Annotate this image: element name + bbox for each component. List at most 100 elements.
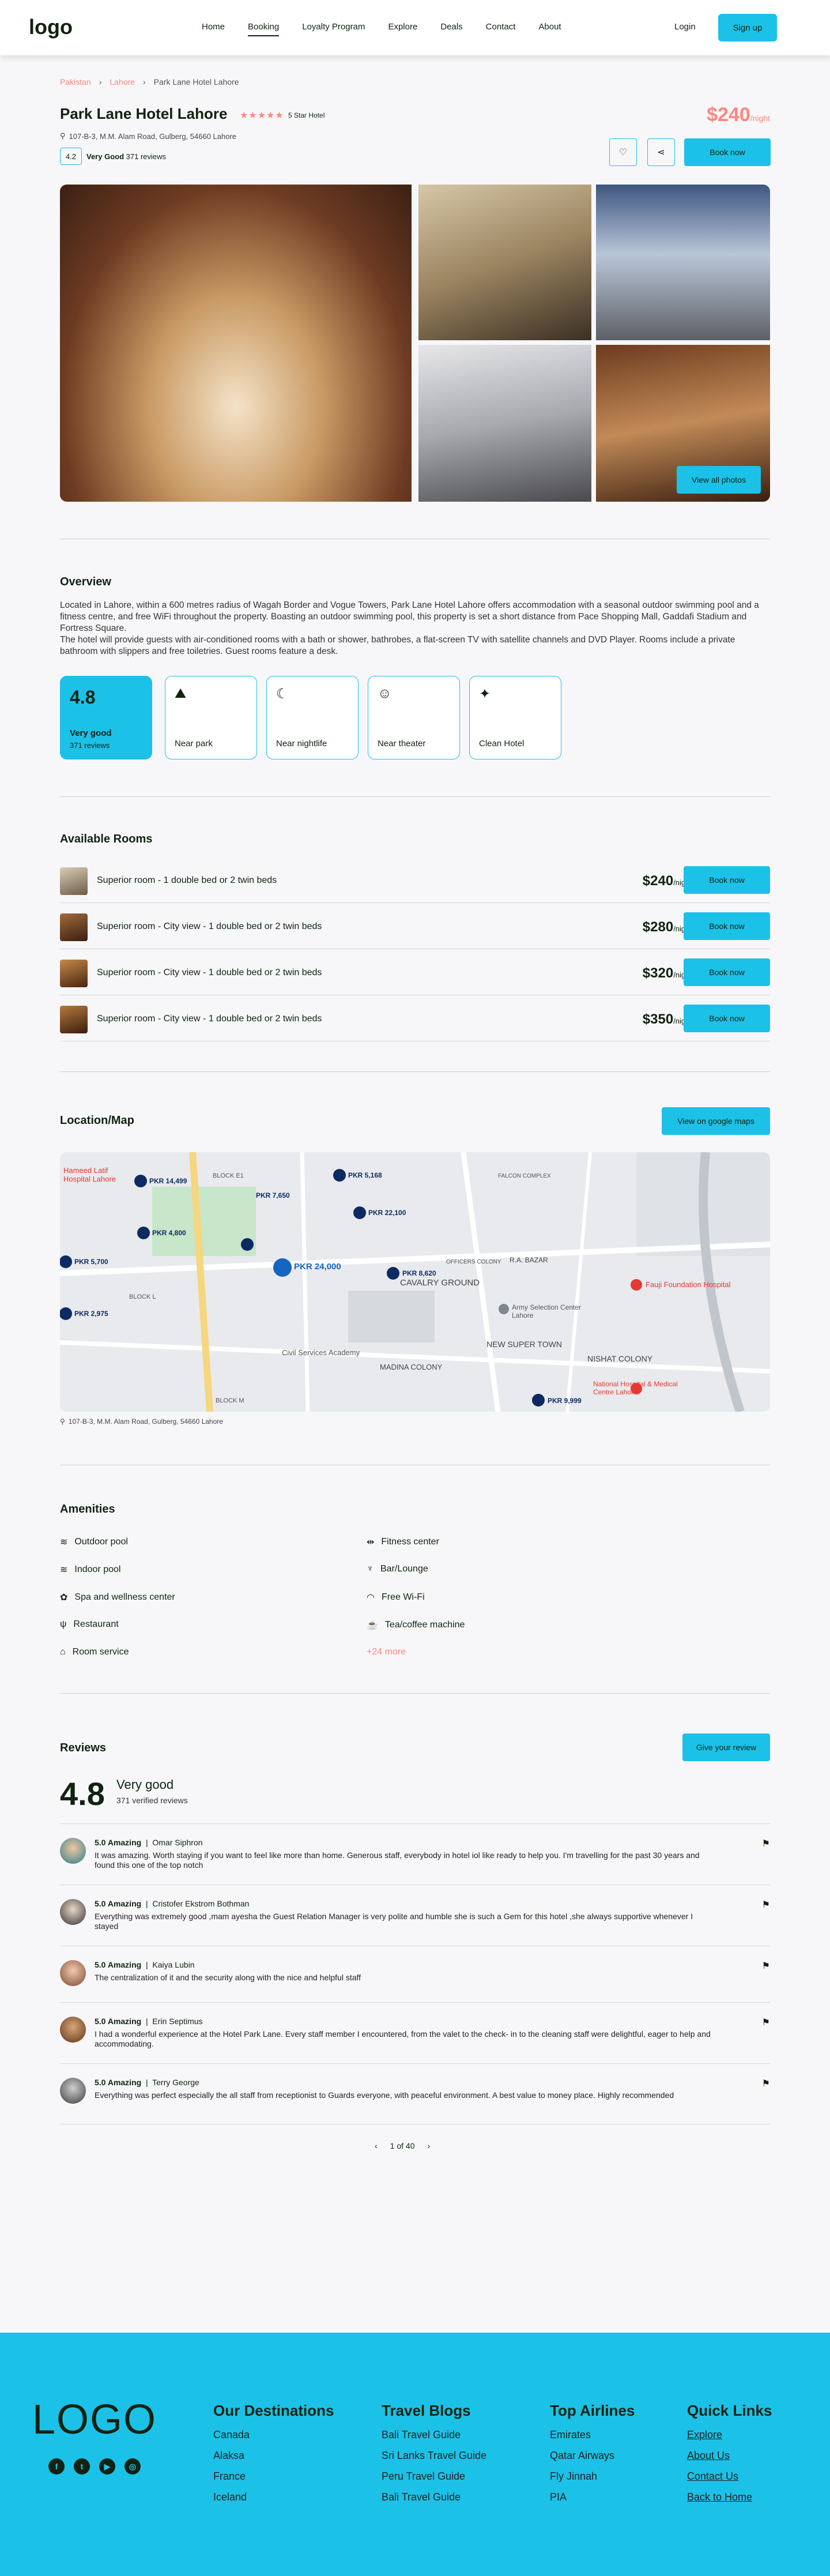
review-item: 5.0 Amazing | Erin Septimus I had a wond…: [60, 2002, 770, 2063]
nav-about[interactable]: About: [538, 22, 561, 36]
park-icon: ⛰: [175, 686, 187, 701]
divider: [60, 1071, 770, 1072]
review-item: 5.0 Amazing | Kaiya Lubin The centraliza…: [60, 1946, 770, 2002]
rating-badge: 4.2: [60, 148, 82, 165]
room-price-value: $240: [642, 873, 674, 889]
footer-link[interactable]: Emirates: [550, 2429, 635, 2441]
amenity-label: Spa and wellness center: [74, 1592, 175, 1602]
footer-link[interactable]: Alaksa: [213, 2450, 334, 2462]
rooms-title: Available Rooms: [60, 833, 153, 845]
map-price-label: PKR 8,620: [402, 1269, 436, 1277]
footer-col-destinations: Our Destinations Canada Alaksa France Ic…: [213, 2402, 334, 2512]
nav-home[interactable]: Home: [202, 22, 225, 36]
footer-link[interactable]: Iceland: [213, 2491, 334, 2503]
instagram-icon[interactable]: ◎: [124, 2458, 141, 2475]
footer-link[interactable]: Back to Home: [687, 2491, 772, 2503]
footer-link[interactable]: Peru Travel Guide: [382, 2470, 486, 2483]
location-map[interactable]: Hameed Latif Hospital Lahore PKR 14,499 …: [60, 1152, 770, 1412]
nav-explore[interactable]: Explore: [388, 22, 417, 36]
breadcrumb-city[interactable]: Lahore: [110, 77, 135, 87]
flag-icon[interactable]: ⚑: [762, 2078, 770, 2089]
price-per: /night: [750, 114, 770, 123]
feature-card-nightlife: ☾ Near nightlife: [266, 676, 359, 759]
review-text: It was amazing. Worth staying if you wan…: [95, 1851, 700, 1870]
flag-icon[interactable]: ⚑: [762, 1838, 770, 1849]
gallery-photo-4[interactable]: [418, 345, 591, 502]
room-book-button[interactable]: Book now: [684, 912, 770, 940]
feature-label: Near nightlife: [276, 739, 327, 749]
give-review-button[interactable]: Give your review: [682, 1733, 770, 1761]
nav-deals[interactable]: Deals: [440, 22, 462, 36]
amenity-label: Restaurant: [73, 1619, 119, 1629]
room-book-button[interactable]: Book now: [684, 1005, 770, 1032]
overview-text: Located in Lahore, within a 600 metres r…: [60, 600, 759, 656]
review-rating: 5.0 Amazing: [95, 2078, 142, 2087]
twitter-icon[interactable]: t: [74, 2458, 90, 2475]
gallery-photo-2[interactable]: [418, 185, 591, 340]
login-link[interactable]: Login: [674, 22, 696, 32]
footer-link[interactable]: Contact Us: [687, 2470, 772, 2483]
nav-loyalty[interactable]: Loyalty Program: [302, 22, 365, 36]
more-amenities-link[interactable]: +24 more: [367, 1647, 406, 1657]
footer-col-title: Our Destinations: [213, 2402, 334, 2419]
view-all-photos-button[interactable]: View all photos: [677, 466, 761, 494]
footer-link[interactable]: About Us: [687, 2450, 772, 2462]
spa-icon: ✿: [60, 1593, 68, 1603]
footer-link[interactable]: PIA: [550, 2491, 635, 2503]
footer-link[interactable]: Explore: [687, 2429, 772, 2441]
sparkle-icon: ✦: [479, 686, 491, 702]
room-thumbnail: [60, 913, 88, 941]
review-header: 5.0 Amazing | Cristofer Ekstrom Bothman: [95, 1899, 250, 1908]
review-header: 5.0 Amazing | Kaiya Lubin: [95, 1960, 195, 1969]
amenities-title: Amenities: [60, 1503, 115, 1515]
feature-card-clean: ✦ Clean Hotel: [469, 676, 561, 759]
footer-link[interactable]: Bali Travel Guide: [382, 2429, 486, 2441]
room-book-button[interactable]: Book now: [684, 958, 770, 986]
chevron-left-icon[interactable]: ‹: [375, 2141, 378, 2150]
flag-icon[interactable]: ⚑: [762, 1899, 770, 1911]
map-label: Army Selection Center Lahore: [512, 1303, 582, 1319]
footer-link[interactable]: Sri Lanks Travel Guide: [382, 2450, 486, 2462]
room-row: Superior room - City view - 1 double bed…: [60, 949, 770, 995]
amenity-item: ≋ Indoor pool: [60, 1564, 120, 1575]
room-price: $350/night: [579, 1011, 692, 1028]
favorite-button[interactable]: ♡: [609, 138, 637, 166]
review-pagination: ‹ 1 of 40 ›: [375, 2141, 430, 2150]
review-rating: 5.0 Amazing: [95, 2017, 142, 2026]
room-price: $280/night: [579, 919, 692, 935]
gallery-photo-main[interactable]: [60, 185, 412, 502]
room-book-button[interactable]: Book now: [684, 866, 770, 894]
amenity-item: ☕ Tea/coffee machine: [367, 1619, 465, 1631]
footer-link[interactable]: Canada: [213, 2429, 334, 2441]
map-label: NISHAT COLONY: [587, 1354, 653, 1363]
review-author: Cristofer Ekstrom Bothman: [152, 1899, 250, 1908]
flag-icon[interactable]: ⚑: [762, 2017, 770, 2028]
feature-label: Near theater: [378, 739, 426, 749]
book-now-button[interactable]: Book now: [684, 138, 771, 166]
facebook-icon[interactable]: f: [48, 2458, 65, 2475]
logo[interactable]: logo: [29, 15, 73, 39]
signup-button[interactable]: Sign up: [718, 14, 777, 42]
nav-contact[interactable]: Contact: [486, 22, 516, 36]
amenity-label: Fitness center: [381, 1537, 439, 1547]
chevron-right-icon[interactable]: ›: [428, 2141, 431, 2150]
feature-label: Clean Hotel: [479, 739, 525, 749]
amenity-label: Tea/coffee machine: [384, 1620, 465, 1630]
breadcrumb-country[interactable]: Pakistan: [60, 77, 91, 87]
share-button[interactable]: ⋖: [647, 138, 675, 166]
amenity-label: Room service: [72, 1647, 129, 1657]
footer-logo[interactable]: LOGO: [32, 2396, 157, 2443]
footer-link[interactable]: Bali Travel Guide: [382, 2491, 486, 2503]
view-google-maps-button[interactable]: View on google maps: [662, 1107, 770, 1135]
footer-link[interactable]: Fly Jinnah: [550, 2470, 635, 2483]
youtube-icon[interactable]: ▶: [99, 2458, 115, 2475]
footer-link[interactable]: Qatar Airways: [550, 2450, 635, 2462]
review-item: 5.0 Amazing | Terry George Everything wa…: [60, 2063, 770, 2124]
gallery-photo-3[interactable]: [596, 185, 770, 340]
flag-icon[interactable]: ⚑: [762, 1960, 770, 1972]
footer-link[interactable]: France: [213, 2470, 334, 2483]
room-price: $320/night: [579, 965, 692, 981]
nav-booking[interactable]: Booking: [248, 22, 280, 36]
review-header: 5.0 Amazing | Omar Siphron: [95, 1838, 203, 1847]
map-label: Civil Services Academy: [282, 1348, 360, 1357]
